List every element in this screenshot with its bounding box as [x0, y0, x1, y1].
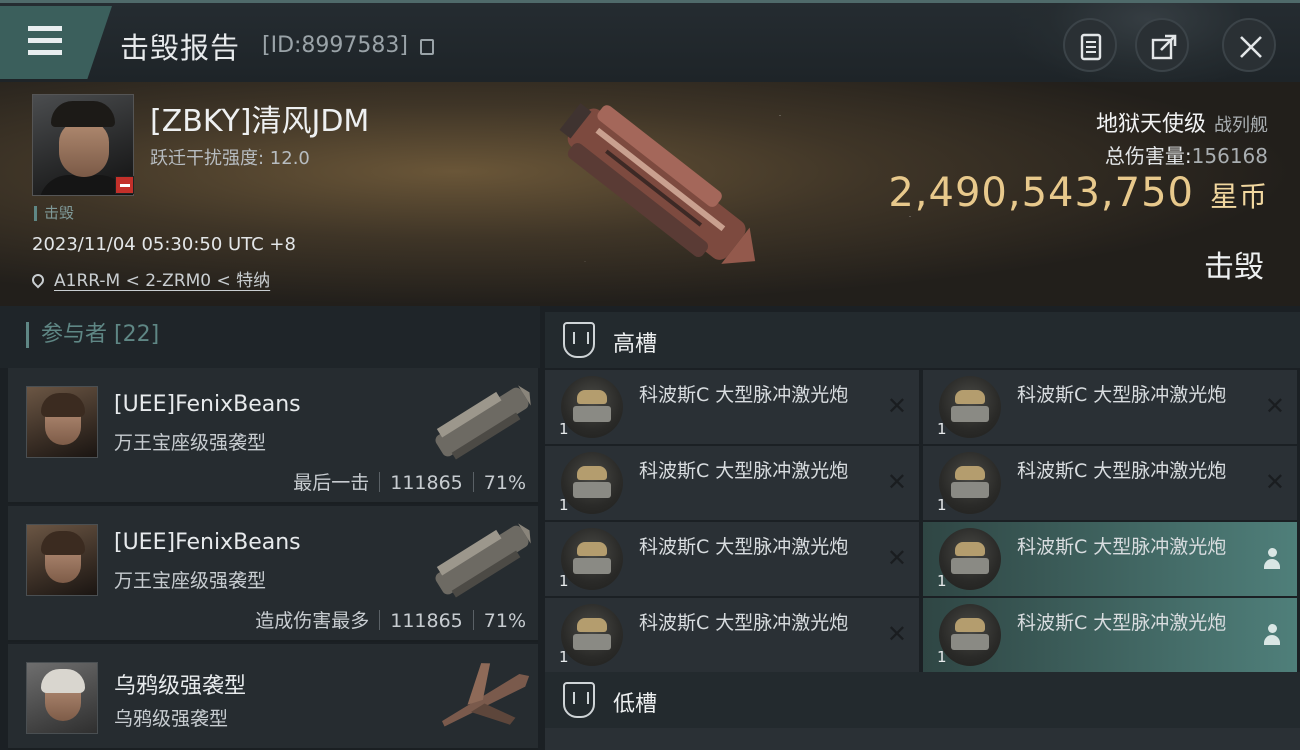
module-item[interactable]: 1 科波斯C 大型脉冲激光炮 ✕	[545, 598, 919, 672]
module-name: 科波斯C 大型脉冲激光炮	[1017, 460, 1227, 482]
victim-ship-image[interactable]	[535, 92, 780, 282]
module-item[interactable]: 1 科波斯C 大型脉冲激光炮 ✕	[923, 446, 1297, 520]
module-item[interactable]: 1 科波斯C 大型脉冲激光炮 ✕	[923, 370, 1297, 444]
participant-stats: 造成伤害最多 111865 71%	[255, 610, 526, 632]
participant-row[interactable]: 乌鸦级强袭型 乌鸦级强袭型	[8, 644, 538, 750]
laser-turret-icon	[561, 376, 623, 438]
module-quantity: 1	[937, 572, 947, 590]
laser-turret-icon	[939, 452, 1001, 514]
location-text[interactable]: A1RR-M < 2-ZRM0 < 特纳	[54, 271, 270, 291]
report-id: [ID:8997583]	[262, 33, 408, 58]
participants-header: 参与者 [22]	[0, 306, 540, 368]
x-mark-icon: ✕	[886, 620, 907, 648]
laser-turret-icon	[939, 604, 1001, 666]
warp-disruption-strength: 跃迁干扰强度: 12.0	[150, 148, 310, 169]
module-quantity: 1	[937, 496, 947, 514]
module-name: 科波斯C 大型脉冲激光炮	[1017, 612, 1227, 634]
module-name: 科波斯C 大型脉冲激光炮	[639, 460, 849, 482]
participant-name: 乌鸦级强袭型	[114, 674, 247, 699]
close-icon	[1240, 36, 1262, 58]
module-quantity: 1	[559, 572, 569, 590]
high-slot-header: 高槽	[545, 312, 1300, 368]
participant-stats: 最后一击 111865 71%	[293, 472, 526, 494]
participants-label: 参与者 [22]	[26, 322, 159, 348]
person-icon	[1263, 548, 1281, 570]
isk-currency: 星币	[1209, 180, 1268, 213]
x-mark-icon: ✕	[886, 544, 907, 572]
decorative-ring	[1010, 3, 1240, 85]
module-name: 科波斯C 大型脉冲激光炮	[1017, 536, 1227, 558]
x-mark-icon: ✕	[886, 392, 907, 420]
participant-name: [UEE]FenixBeans	[114, 392, 301, 417]
participant-name: [UEE]FenixBeans	[114, 530, 301, 555]
shield-slot-icon	[563, 682, 595, 718]
participant-row[interactable]: [UEE]FenixBeans 万王宝座级强袭型 最后一击 111865 71%	[8, 368, 538, 504]
laser-turret-icon	[939, 376, 1001, 438]
module-name: 科波斯C 大型脉冲激光炮	[639, 612, 849, 634]
share-icon	[1151, 34, 1177, 60]
copy-icon[interactable]	[420, 39, 434, 55]
kill-tag: 击毁	[34, 206, 74, 221]
participant-portrait	[26, 524, 98, 596]
participant-ship: 万王宝座级强袭型	[114, 432, 267, 454]
clipboard-button[interactable]	[1063, 18, 1117, 72]
x-mark-icon: ✕	[886, 468, 907, 496]
module-quantity: 1	[559, 420, 569, 438]
module-item[interactable]: 1 科波斯C 大型脉冲激光炮	[923, 598, 1297, 672]
low-slot-header: 低槽	[545, 672, 1300, 728]
participant-ship-image	[435, 385, 531, 460]
low-slot-row-partial	[545, 728, 1300, 750]
participant-portrait	[26, 386, 98, 458]
kill-datetime: 2023/11/04 05:30:50 UTC +8	[32, 234, 296, 255]
participant-portrait	[26, 662, 98, 734]
module-name: 科波斯C 大型脉冲激光炮	[1017, 384, 1227, 406]
participant-ship: 乌鸦级强袭型	[114, 708, 229, 730]
module-item[interactable]: 1 科波斯C 大型脉冲激光炮	[923, 522, 1297, 596]
participant-ship: 万王宝座级强袭型	[114, 570, 267, 592]
laser-turret-icon	[561, 604, 623, 666]
participant-ship-image	[435, 523, 531, 598]
laser-turret-icon	[561, 528, 623, 590]
laser-turret-icon	[939, 528, 1001, 590]
kill-location[interactable]: A1RR-M < 2-ZRM0 < 特纳	[29, 266, 270, 291]
location-pin-icon	[29, 271, 47, 289]
top-bar: 击毁报告 [ID:8997583]	[0, 0, 1300, 85]
share-button[interactable]	[1135, 18, 1189, 72]
page-title: 击毁报告	[120, 31, 241, 65]
victim-name[interactable]: [ZBKY]清风JDM	[150, 96, 369, 140]
low-slot-label: 低槽	[613, 692, 658, 717]
participant-row[interactable]: [UEE]FenixBeans 万王宝座级强袭型 造成伤害最多 111865 71%	[8, 506, 538, 642]
high-slot-label: 高槽	[613, 332, 658, 357]
module-quantity: 1	[559, 496, 569, 514]
module-name: 科波斯C 大型脉冲激光炮	[639, 536, 849, 558]
x-mark-icon: ✕	[1264, 392, 1285, 420]
isk-value: 2,490,543,750 星币	[888, 170, 1268, 216]
module-name: 科波斯C 大型脉冲激光炮	[639, 384, 849, 406]
laser-turret-icon	[561, 452, 623, 514]
module-quantity: 1	[937, 420, 947, 438]
corp-badge-icon	[115, 176, 134, 194]
victim-ship-name[interactable]: 地狱天使级 战列舰	[1096, 106, 1268, 138]
close-button[interactable]	[1222, 18, 1276, 72]
clipboard-icon	[1080, 33, 1102, 61]
total-damage: 总伤害量:156168	[1104, 144, 1268, 168]
module-item[interactable]: 1 科波斯C 大型脉冲激光炮 ✕	[545, 522, 919, 596]
person-icon	[1263, 624, 1281, 646]
menu-icon	[28, 26, 62, 56]
shield-slot-icon	[563, 322, 595, 358]
ship-class: 战列舰	[1214, 115, 1268, 136]
module-item[interactable]: 1 科波斯C 大型脉冲激光炮 ✕	[545, 370, 919, 444]
module-quantity: 1	[937, 648, 947, 666]
module-item[interactable]: 1 科波斯C 大型脉冲激光炮 ✕	[545, 446, 919, 520]
x-mark-icon: ✕	[1264, 468, 1285, 496]
menu-button[interactable]	[0, 6, 112, 79]
module-quantity: 1	[559, 648, 569, 666]
victim-hero: [ZBKY]清风JDM 跃迁干扰强度: 12.0 击毁 2023/11/04 0…	[0, 82, 1300, 306]
participant-ship-image	[442, 663, 530, 727]
kill-status: 击毁	[1204, 250, 1264, 285]
